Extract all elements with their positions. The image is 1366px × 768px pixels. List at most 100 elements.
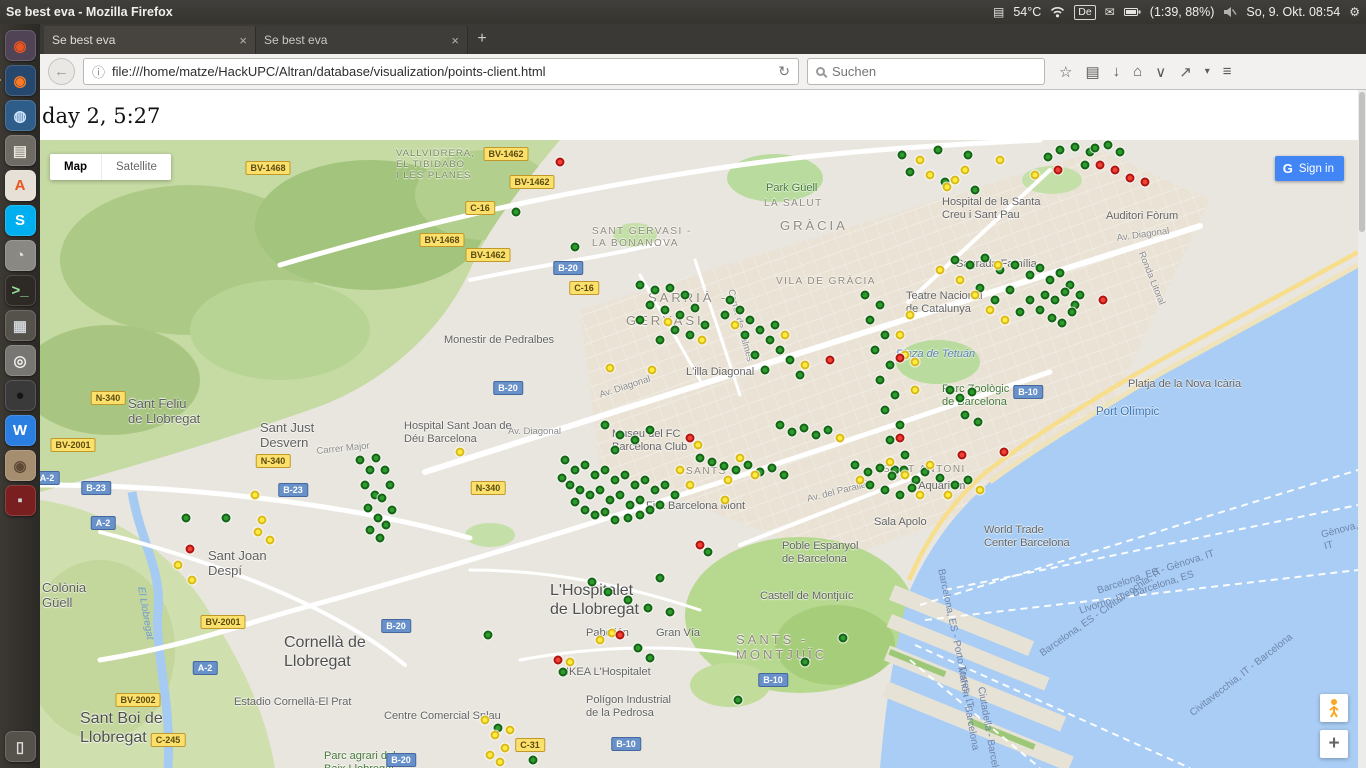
map-marker-green[interactable] (625, 500, 635, 510)
map-marker-yellow[interactable] (490, 730, 500, 740)
map-marker-yellow[interactable] (885, 457, 895, 467)
map-marker-green[interactable] (377, 493, 387, 503)
map-marker-green[interactable] (935, 473, 945, 483)
map-marker-yellow[interactable] (835, 433, 845, 443)
map-marker-green[interactable] (590, 510, 600, 520)
map-marker-yellow[interactable] (187, 575, 197, 585)
map-marker-green[interactable] (620, 470, 630, 480)
map-marker-green[interactable] (897, 150, 907, 160)
menu-hamburger-icon[interactable]: ≡ (1223, 63, 1232, 80)
map-marker-green[interactable] (1103, 140, 1113, 150)
map-marker-green[interactable] (905, 167, 915, 177)
map-marker-green[interactable] (623, 595, 633, 605)
map-marker-green[interactable] (650, 285, 660, 295)
url-bar[interactable]: ⓘ ↻ (83, 58, 799, 85)
map-marker-yellow[interactable] (663, 317, 673, 327)
map-marker-green[interactable] (680, 290, 690, 300)
map-marker-green[interactable] (1015, 307, 1025, 317)
bookmark-star-icon[interactable]: ☆ (1059, 63, 1072, 81)
map-marker-green[interactable] (600, 420, 610, 430)
map-marker-green[interactable] (635, 315, 645, 325)
map-marker-yellow[interactable] (942, 182, 952, 192)
map-marker-green[interactable] (633, 643, 643, 653)
map-marker-green[interactable] (870, 345, 880, 355)
map-marker-green[interactable] (1050, 295, 1060, 305)
map-marker-green[interactable] (630, 480, 640, 490)
map-marker-green[interactable] (775, 420, 785, 430)
map-marker-green[interactable] (963, 475, 973, 485)
search-box[interactable] (807, 58, 1045, 85)
map-marker-green[interactable] (970, 185, 980, 195)
map-marker-green[interactable] (863, 467, 873, 477)
map-marker-green[interactable] (665, 283, 675, 293)
map-marker-green[interactable] (719, 461, 729, 471)
map-marker-green[interactable] (875, 300, 885, 310)
map-marker-yellow[interactable] (257, 515, 267, 525)
map-marker-green[interactable] (645, 653, 655, 663)
launcher-dash-home-icon[interactable]: ◉ (4, 30, 36, 61)
share-icon[interactable]: ↗ (1179, 63, 1192, 81)
launcher-writer-icon[interactable]: W (4, 415, 36, 446)
map-marker-green[interactable] (511, 207, 521, 217)
scrollbar-thumb[interactable] (1359, 92, 1365, 232)
map-marker-green[interactable] (795, 370, 805, 380)
map-marker-green[interactable] (590, 470, 600, 480)
map-marker-green[interactable] (575, 485, 585, 495)
map-marker-green[interactable] (585, 490, 595, 500)
map-marker-green[interactable] (1075, 290, 1085, 300)
new-tab-button[interactable]: + (468, 24, 496, 54)
map-marker-yellow[interactable] (905, 310, 915, 320)
map-marker-green[interactable] (955, 393, 965, 403)
map-marker-red[interactable] (1140, 177, 1150, 187)
map-type-map-button[interactable]: Map (50, 154, 101, 180)
map-marker-green[interactable] (707, 457, 717, 467)
map-marker-red[interactable] (1110, 165, 1120, 175)
map-marker-green[interactable] (1090, 143, 1100, 153)
map-marker-yellow[interactable] (693, 440, 703, 450)
map-marker-green[interactable] (880, 485, 890, 495)
map-marker-green[interactable] (1040, 290, 1050, 300)
tab-se-best-eva-2[interactable]: Se best eva × (256, 26, 468, 54)
map-marker-green[interactable] (380, 465, 390, 475)
map-marker-green[interactable] (945, 385, 955, 395)
map-marker-red[interactable] (957, 450, 967, 460)
map-marker-yellow[interactable] (595, 635, 605, 645)
map-marker-green[interactable] (963, 150, 973, 160)
map-marker-green[interactable] (670, 325, 680, 335)
map-marker-yellow[interactable] (730, 320, 740, 330)
map-marker-green[interactable] (483, 630, 493, 640)
map-marker-green[interactable] (1043, 152, 1053, 162)
launcher-terminal-icon[interactable]: >_ (4, 275, 36, 306)
map-marker-green[interactable] (570, 497, 580, 507)
map-marker-yellow[interactable] (925, 170, 935, 180)
map-marker-green[interactable] (645, 425, 655, 435)
map-marker-green[interactable] (685, 330, 695, 340)
map-marker-green[interactable] (623, 513, 633, 523)
map-marker-green[interactable] (779, 470, 789, 480)
search-input[interactable] (832, 64, 1036, 79)
launcher-trash-icon[interactable]: ▯ (4, 731, 36, 762)
battery-icon[interactable] (1123, 7, 1141, 17)
map-marker-green[interactable] (560, 455, 570, 465)
map-marker-green[interactable] (880, 405, 890, 415)
map-marker-yellow[interactable] (943, 490, 953, 500)
map-marker-green[interactable] (1025, 270, 1035, 280)
map-marker-red[interactable] (1125, 173, 1135, 183)
map-marker-green[interactable] (1035, 263, 1045, 273)
launcher-image-editor-icon[interactable]: ◉ (4, 450, 36, 481)
map-marker-yellow[interactable] (1000, 315, 1010, 325)
map-marker-green[interactable] (645, 300, 655, 310)
sign-in-button[interactable]: G Sign in (1274, 156, 1344, 181)
map-marker-green[interactable] (385, 480, 395, 490)
back-button[interactable]: ← (48, 58, 75, 85)
map-marker-green[interactable] (1115, 147, 1125, 157)
launcher-files-icon[interactable]: ▤ (4, 135, 36, 166)
map-marker-green[interactable] (675, 310, 685, 320)
map-marker-green[interactable] (557, 473, 567, 483)
map-marker-green[interactable] (640, 475, 650, 485)
map-marker-yellow[interactable] (750, 470, 760, 480)
map-marker-green[interactable] (570, 242, 580, 252)
map-marker-green[interactable] (375, 533, 385, 543)
map-marker-green[interactable] (960, 410, 970, 420)
launcher-browser-app-icon[interactable]: ◍ (4, 100, 36, 131)
